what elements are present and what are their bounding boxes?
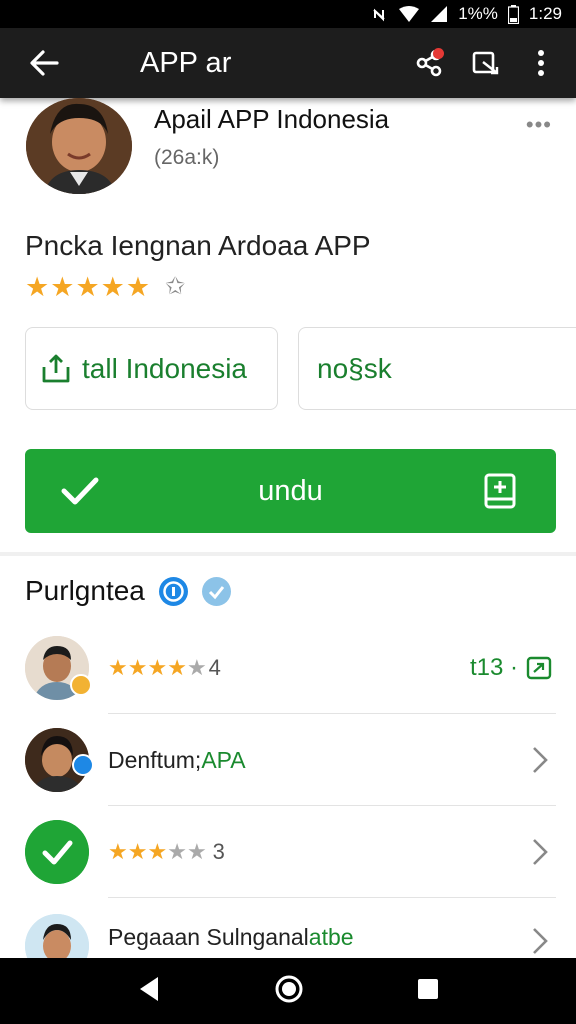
list-item-tag: atbe	[308, 924, 354, 950]
list-item-text: Pegaaan Sulnganal atbe	[108, 924, 354, 951]
list-item[interactable]: ★ ★ ★ ★ ★ 4 t13 ·	[0, 622, 576, 714]
arrow-left-icon	[30, 50, 59, 76]
download-button[interactable]: undu	[25, 449, 556, 533]
check-icon	[25, 476, 135, 506]
battery-icon	[507, 4, 519, 24]
recents-square-icon	[418, 978, 438, 999]
app-title: Pncka Iengnan Ardoaa APP	[25, 230, 371, 261]
star-icon: ★	[127, 839, 148, 864]
book-add-icon	[484, 473, 516, 514]
developer-subtitle: (26a:k)	[154, 146, 220, 169]
list-item[interactable]: ★ ★ ★ ★ ★ 3	[0, 806, 576, 898]
screen-share-icon	[472, 51, 499, 75]
rating-row: ★ ★ ★ ★ ★ 3	[108, 839, 225, 865]
screen: 1%% 1:29 APP ar Apail APP Indonesia (26a…	[0, 0, 576, 1024]
item-action-label: t13 ·	[469, 654, 518, 681]
signal-icon	[430, 5, 448, 23]
star-icon: ★	[127, 655, 148, 680]
wifi-icon	[398, 5, 420, 23]
more-horizontal-icon[interactable]: •••	[526, 112, 552, 138]
star-icon: ★	[108, 655, 128, 680]
list-item-text: Denftum; APA	[108, 747, 246, 774]
chevron-right-icon	[533, 928, 548, 954]
nav-home-button[interactable]	[274, 974, 304, 1009]
list-item-title: Pegaaan Sulnganal	[108, 924, 309, 950]
status-badge	[70, 674, 92, 696]
install-card-button[interactable]: tall Indonesia	[25, 327, 278, 410]
section-title: Purlgntea	[25, 575, 145, 606]
app-rating: ★ ★ ★ ★ ★ ✩	[25, 272, 185, 302]
star-icon: ★	[75, 272, 100, 302]
nav-back-button[interactable]	[136, 975, 162, 1008]
chevron-right-icon	[533, 839, 548, 865]
rating-value: 4	[208, 655, 221, 680]
app-bar-actions	[412, 46, 576, 80]
vibrate-off-icon	[370, 5, 388, 23]
avatar	[26, 98, 132, 194]
install-card-label: tall Indonesia	[82, 352, 248, 384]
home-circle-icon	[275, 975, 303, 1002]
share-button[interactable]	[412, 46, 446, 80]
open-external-icon	[526, 656, 552, 680]
check-circle-icon	[25, 820, 89, 884]
star-icon: ★	[125, 272, 151, 302]
clock: 1:29	[528, 4, 562, 23]
star-icon: ★	[108, 839, 128, 864]
rating-row: ★ ★ ★ ★ ★ 4	[108, 655, 221, 681]
star-outline-icon[interactable]: ✩	[165, 272, 185, 302]
more-vert-icon	[538, 50, 544, 76]
app-bar-title: APP ar	[140, 46, 232, 79]
status-badge	[72, 754, 94, 776]
upload-icon	[42, 354, 70, 382]
list-item-tag: APA	[201, 746, 246, 773]
secondary-card-label: no§sk	[317, 352, 392, 384]
notification-dot	[433, 48, 444, 59]
star-icon: ★	[100, 272, 125, 302]
star-icon: ★	[25, 272, 50, 302]
item-action[interactable]: t13 ·	[470, 654, 552, 682]
verified-icon	[201, 576, 231, 606]
secondary-card-button[interactable]: no§sk	[298, 327, 576, 410]
developer-profile[interactable]: Apail APP Indonesia (26a:k) •••	[0, 98, 576, 198]
developer-name: Apail APP Indonesia	[154, 104, 390, 134]
battery-percent: 1%%	[458, 4, 498, 23]
list-item[interactable]: Denftum; APA	[0, 714, 576, 806]
info-badge-icon[interactable]	[158, 576, 188, 606]
chevron-right-icon	[533, 747, 548, 773]
cast-button[interactable]	[468, 46, 502, 80]
overflow-menu-button[interactable]	[524, 46, 558, 80]
star-icon: ★	[50, 272, 75, 302]
nav-recents-button[interactable]	[416, 977, 440, 1006]
status-bar: 1%% 1:29	[0, 0, 576, 28]
star-icon: ★	[186, 839, 207, 864]
rating-value: 3	[212, 839, 225, 864]
back-button[interactable]	[0, 28, 88, 98]
star-icon: ★	[147, 655, 168, 680]
star-icon: ★	[167, 655, 187, 680]
back-triangle-icon	[140, 976, 158, 1001]
app-bar: APP ar	[0, 28, 576, 98]
system-nav-bar	[0, 958, 576, 1024]
section-divider	[0, 552, 576, 556]
section-header: Purlgntea	[25, 575, 231, 607]
star-icon: ★	[186, 655, 207, 680]
star-icon: ★	[167, 839, 187, 864]
list-item-title: Denftum;	[108, 746, 202, 773]
star-icon: ★	[147, 839, 168, 864]
